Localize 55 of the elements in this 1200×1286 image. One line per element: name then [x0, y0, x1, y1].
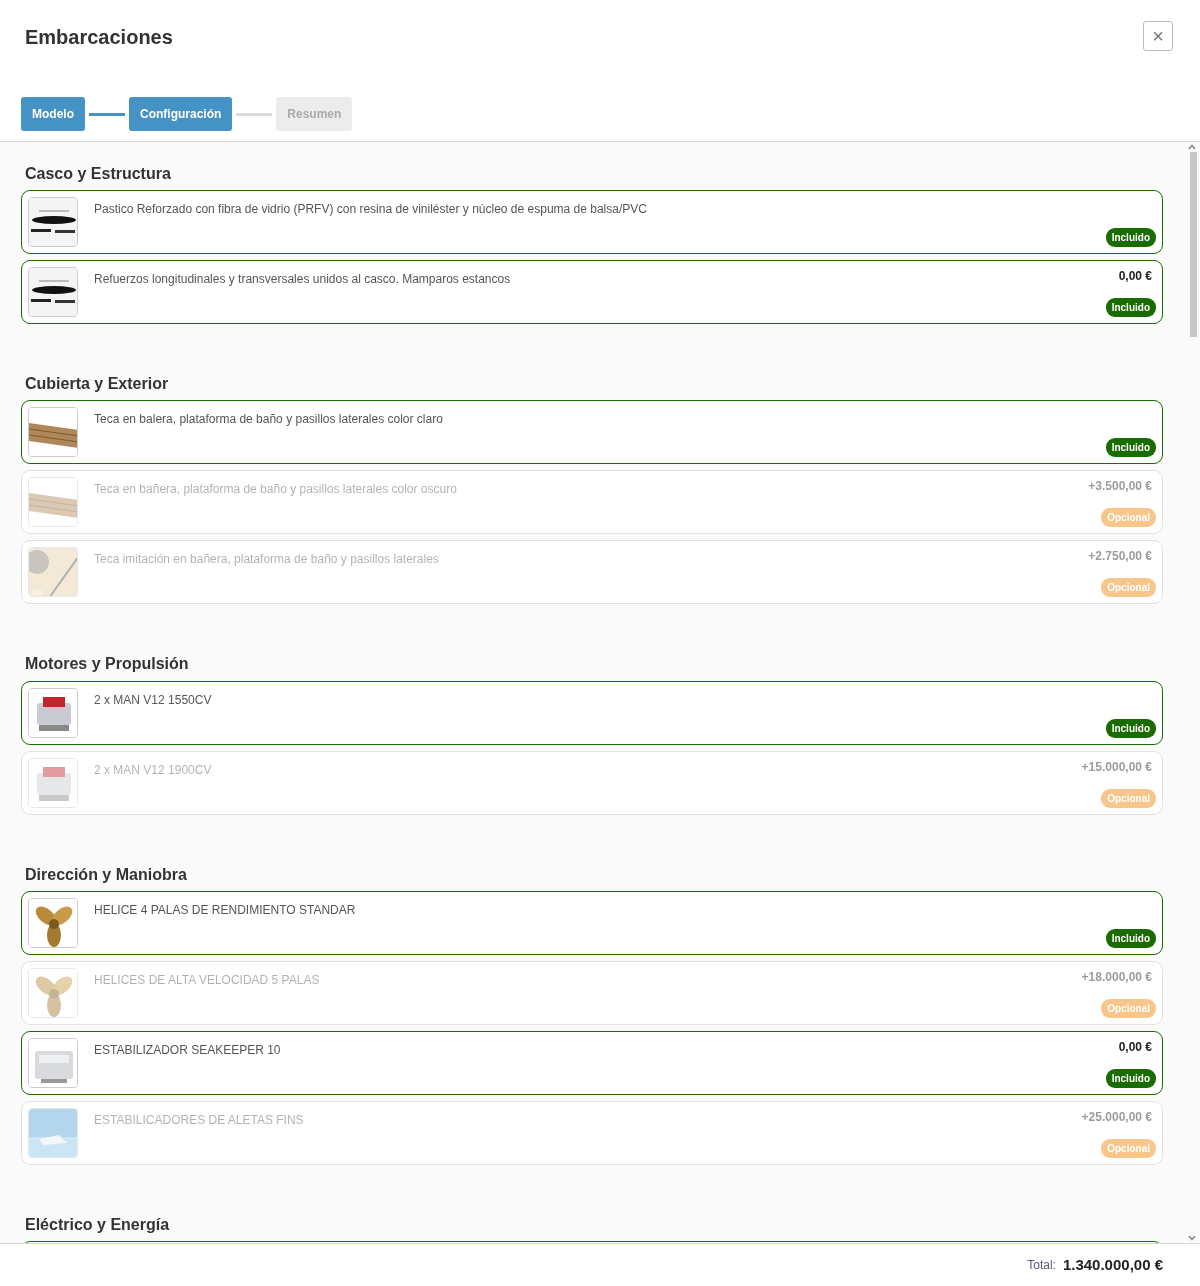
option-price: +3.500,00 € — [1088, 478, 1152, 496]
option-price: 0,00 € — [1118, 1038, 1152, 1056]
status-badge: Opcional — [1101, 998, 1156, 1018]
dialog-title: Embarcaciones — [25, 25, 173, 49]
option-price: 0,00 € — [1118, 268, 1152, 286]
status-badge: Incluido — [1105, 718, 1156, 738]
section-title: Cubierta y Exterior — [25, 374, 170, 394]
section-title: Motores y Propulsión — [25, 654, 190, 674]
option-card[interactable]: ESTABILICADORES DE ALETAS FINS +25.000,00 € Opcional — [21, 1100, 1163, 1165]
option-price: +2.750,00 € — [1088, 548, 1152, 566]
option-card[interactable]: Refuerzos longitudinales y transversales unidos al casco. Mamparos estancos 0,00 € Incluido — [21, 260, 1163, 325]
option-card[interactable]: 2 x MAN V12 1550CV Incluido — [21, 680, 1163, 745]
scrollbar-thumb[interactable] — [1190, 152, 1197, 337]
status-badge: Incluido — [1105, 1068, 1156, 1088]
scroll-up-icon[interactable] — [1188, 144, 1196, 150]
option-description: Pastico Reforzado con fibra de vidrio (PRFV) con resina de viniléster y núcleo de espuma de balsa/PVC — [94, 201, 648, 219]
option-description: Teca en bañera, plataforma de baño y pasillos laterales color oscuro — [94, 481, 458, 499]
option-price: +25.000,00 € — [1081, 1108, 1152, 1126]
option-description: Teca en balera, plataforma de baño y pasillos laterales color claro — [94, 411, 444, 429]
section-title: Dirección y Maniobra — [25, 864, 188, 884]
option-card[interactable]: HELICES DE ALTA VELOCIDAD 5 PALAS +18.000,00 € Opcional — [21, 960, 1163, 1025]
option-card[interactable]: 2 x MAN V12 1900CV +15.000,00 € Opcional — [21, 750, 1163, 815]
option-card[interactable]: Teca imitación en bañera, plataforma de baño y pasillos laterales +2.750,00 € Opcional — [21, 540, 1163, 605]
option-description: Refuerzos longitudinales y transversales unidos al casco. Mamparos estancos — [94, 271, 512, 289]
step-button[interactable]: Configuración — [129, 97, 233, 131]
total-value: 1.340.000,00 € — [1062, 1254, 1163, 1275]
status-badge: Incluido — [1105, 298, 1156, 318]
status-badge: Opcional — [1101, 578, 1156, 598]
step-button[interactable]: Resumen — [276, 97, 353, 131]
status-badge: Incluido — [1105, 438, 1156, 458]
section-title: Eléctrico y Energía — [25, 1214, 171, 1234]
option-price: +18.000,00 € — [1081, 968, 1152, 986]
status-badge: Opcional — [1101, 788, 1156, 808]
status-badge: Opcional — [1101, 508, 1156, 528]
option-card[interactable]: Teca en balera, plataforma de baño y pasillos laterales color claro Incluido — [21, 400, 1163, 465]
option-description: HELICES DE ALTA VELOCIDAD 5 PALAS — [94, 971, 321, 989]
close-button[interactable]: × — [1143, 21, 1173, 51]
option-description: 2 x MAN V12 1900CV — [94, 761, 213, 779]
option-description: ESTABILICADORES DE ALETAS FINS — [94, 1111, 305, 1129]
step-button[interactable]: Modelo — [21, 97, 85, 131]
scroll-down-icon[interactable] — [1188, 1235, 1196, 1241]
option-description: ESTABILIZADOR SEAKEEPER 10 — [94, 1041, 282, 1059]
total-label: Total: — [1027, 1257, 1056, 1274]
option-description: 2 x MAN V12 1550CV — [94, 691, 213, 709]
status-badge: Incluido — [1105, 928, 1156, 948]
option-card[interactable]: ESTABILIZADOR SEAKEEPER 10 0,00 € Incluido — [21, 1030, 1163, 1095]
option-card[interactable]: Pastico Reforzado con fibra de vidrio (PRFV) con resina de viniléster y núcleo de espuma de balsa/PVC Incluido — [21, 190, 1163, 255]
option-description: HELICE 4 PALAS DE RENDIMIENTO STANDAR — [94, 901, 357, 919]
status-badge: Opcional — [1101, 1138, 1156, 1158]
section-title: Casco y Estructura — [25, 164, 172, 184]
status-badge: Incluido — [1105, 228, 1156, 248]
option-price: +15.000,00 € — [1081, 758, 1152, 776]
option-description: Teca imitación en bañera, plataforma de baño y pasillos laterales — [94, 551, 440, 569]
option-card[interactable]: HELICE 4 PALAS DE RENDIMIENTO STANDAR Incluido — [21, 890, 1163, 955]
option-card[interactable]: Teca en bañera, plataforma de baño y pasillos laterales color oscuro +3.500,00 € Opcional — [21, 470, 1163, 535]
